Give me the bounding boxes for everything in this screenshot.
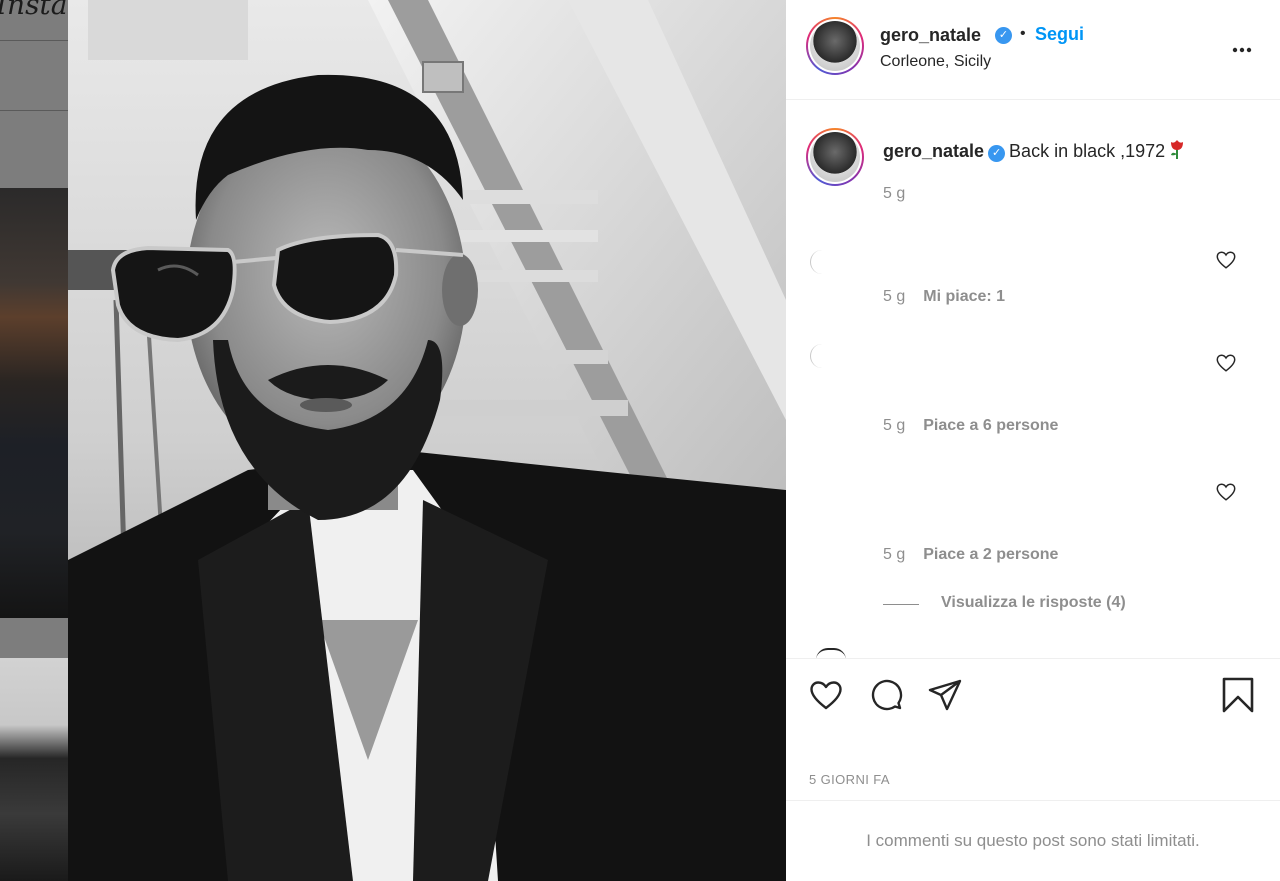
post-side-panel: gero_natale ✓ • Segui Corleone, Sicily g…	[786, 0, 1280, 881]
caption: gero_natale ✓ Back in black ,1972	[883, 138, 1185, 162]
background-divider	[0, 40, 68, 41]
author-username[interactable]: gero_natale	[880, 25, 981, 46]
post-header: gero_natale ✓ • Segui Corleone, Sicily	[786, 0, 1280, 100]
caption-timestamp: 5 g	[883, 185, 906, 202]
comment-icon[interactable]	[868, 677, 904, 713]
background-thumbnail[interactable]	[0, 188, 68, 618]
caption-avatar[interactable]	[806, 128, 864, 186]
comment-heart-icon[interactable]	[1215, 481, 1237, 503]
comment-heart-icon[interactable]	[1215, 352, 1237, 374]
verified-badge-icon: ✓	[988, 145, 1006, 162]
bookmark-icon[interactable]	[1220, 677, 1256, 713]
comment-timestamp: 5 g	[883, 417, 906, 434]
separator-dot: •	[1020, 25, 1026, 42]
post-actions	[786, 658, 1280, 738]
post-location[interactable]: Corleone, Sicily	[880, 53, 991, 71]
replies-divider	[883, 604, 919, 605]
comment-meta: 5 g Mi piace: 1	[883, 288, 1005, 306]
comment-timestamp: 5 g	[883, 546, 906, 563]
post-photo[interactable]	[68, 0, 786, 881]
comment-avatar[interactable]	[810, 250, 826, 274]
rose-icon	[1171, 140, 1184, 159]
comment-heart-icon[interactable]	[1215, 249, 1237, 271]
more-horizontal-icon[interactable]	[1230, 38, 1254, 62]
comment-timestamp: 5 g	[883, 288, 906, 305]
post-date[interactable]: 5 GIORNI FA	[809, 772, 890, 787]
verified-badge-icon: ✓	[995, 27, 1012, 44]
follow-button[interactable]: Segui	[1035, 24, 1084, 45]
comment-meta: 5 g Piace a 2 persone	[883, 546, 1058, 564]
comment-likes[interactable]: Mi piace: 1	[923, 288, 1005, 305]
view-replies-button[interactable]: Visualizza le risposte (4)	[941, 594, 1126, 612]
share-icon[interactable]	[927, 677, 963, 713]
background-thumbnail[interactable]	[0, 658, 68, 881]
photo-illustration	[68, 0, 786, 881]
caption-text: Back in black ,1972	[1009, 141, 1166, 161]
comment-likes[interactable]: Piace a 6 persone	[923, 417, 1058, 434]
comments-section[interactable]: gero_natale ✓ Back in black ,1972 5 g 5 g M…	[786, 100, 1280, 658]
comment-avatar[interactable]	[816, 648, 846, 658]
caption-username[interactable]: gero_natale	[883, 141, 984, 161]
comments-limited-text: I commenti su questo post sono stati lim…	[866, 831, 1200, 850]
instagram-post-modal: Insta gero_natale ✓ • Segui Corleone, Si…	[0, 0, 1280, 881]
comments-limited-notice: I commenti su questo post sono stati lim…	[786, 800, 1280, 881]
comment-likes[interactable]: Piace a 2 persone	[923, 546, 1058, 563]
background-logo: Insta	[0, 0, 68, 21]
author-avatar[interactable]	[806, 17, 864, 75]
comment-meta: 5 g Piace a 6 persone	[883, 417, 1058, 435]
comment-avatar[interactable]	[810, 344, 826, 368]
heart-icon[interactable]	[808, 677, 844, 713]
background-divider	[0, 110, 68, 111]
